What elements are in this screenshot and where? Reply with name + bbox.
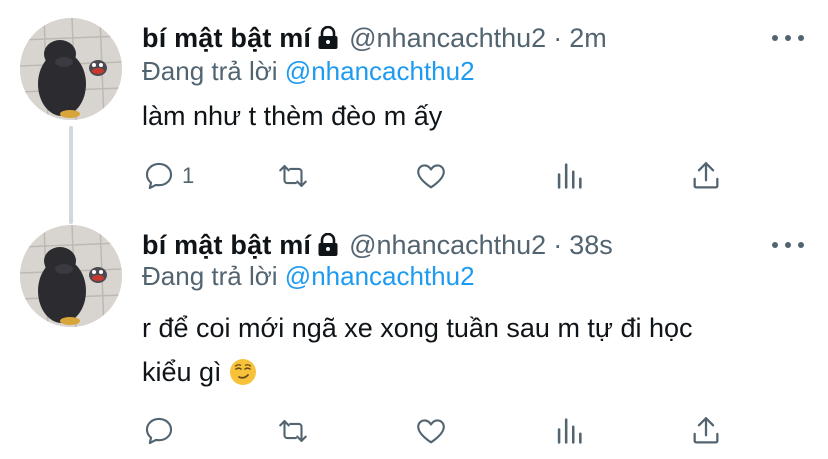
tweet-header: bí mật bật mí @nhancachthu2 · 38s bbox=[142, 225, 613, 265]
tweet[interactable]: bí mật bật mí @nhancachthu2 · 38s Đang t… bbox=[0, 225, 828, 459]
display-name[interactable]: bí mật bật mí bbox=[142, 230, 311, 261]
handle[interactable]: @nhancachthu2 bbox=[349, 23, 546, 54]
tweet-text-line: làm như t thèm đèo m ấy bbox=[142, 101, 443, 131]
reply-button[interactable]: 1 bbox=[142, 156, 194, 196]
separator-dot: · bbox=[553, 22, 563, 53]
share-icon bbox=[693, 162, 719, 189]
timeline: bí mật bật mí @nhancachthu2 · 2m Đang tr… bbox=[0, 0, 828, 459]
views-button[interactable] bbox=[552, 411, 586, 451]
reply-button[interactable] bbox=[142, 411, 182, 451]
smirking-face-emoji bbox=[229, 358, 257, 386]
avatar[interactable] bbox=[20, 225, 122, 327]
separator-dot: · bbox=[553, 229, 563, 260]
views-button[interactable] bbox=[552, 156, 586, 196]
retweet-button[interactable] bbox=[276, 411, 310, 451]
like-button[interactable] bbox=[414, 156, 448, 196]
tweet-text-line: kiểu gì bbox=[142, 357, 222, 387]
replying-to-handle[interactable]: @nhancachthu2 bbox=[285, 56, 475, 86]
share-button[interactable] bbox=[689, 156, 723, 196]
action-bar: 1 bbox=[0, 156, 828, 196]
share-button[interactable] bbox=[689, 411, 723, 451]
avatar[interactable] bbox=[20, 18, 122, 120]
tweet-header: bí mật bật mí @nhancachthu2 · 2m bbox=[142, 18, 607, 58]
like-button[interactable] bbox=[414, 411, 448, 451]
handle[interactable]: @nhancachthu2 bbox=[349, 230, 546, 261]
retweet-icon bbox=[279, 420, 307, 442]
replying-to: Đang trả lời @nhancachthu2 bbox=[142, 261, 475, 292]
tweet[interactable]: bí mật bật mí @nhancachthu2 · 2m Đang tr… bbox=[0, 0, 828, 225]
like-icon bbox=[417, 419, 445, 444]
action-bar bbox=[0, 411, 828, 451]
reply-icon bbox=[145, 417, 173, 445]
timestamp[interactable]: 38s bbox=[569, 230, 613, 261]
like-icon bbox=[417, 164, 445, 189]
tweet-text-line: r để coi mới ngã xe xong tuần sau m tự đ… bbox=[142, 313, 693, 343]
tweet-text: r để coi mới ngã xe xong tuần sau m tự đ… bbox=[142, 306, 782, 394]
retweet-icon bbox=[279, 165, 307, 187]
tweet-text: làm như t thèm đèo m ấy bbox=[142, 94, 782, 138]
reply-count: 1 bbox=[182, 163, 195, 188]
display-name[interactable]: bí mật bật mí bbox=[142, 23, 311, 54]
share-icon bbox=[693, 417, 719, 444]
more-icon[interactable] bbox=[768, 233, 808, 257]
lock-icon bbox=[317, 26, 339, 50]
replying-to-handle[interactable]: @nhancachthu2 bbox=[285, 261, 475, 291]
tweet-text-line-with-emoji: kiểu gì bbox=[142, 350, 782, 394]
more-icon[interactable] bbox=[768, 26, 808, 50]
views-icon bbox=[557, 163, 582, 189]
replying-to: Đang trả lời @nhancachthu2 bbox=[142, 56, 475, 87]
reply-icon bbox=[145, 162, 173, 190]
views-icon bbox=[557, 418, 582, 444]
retweet-button[interactable] bbox=[276, 156, 310, 196]
timestamp[interactable]: 2m bbox=[569, 23, 607, 54]
lock-icon bbox=[317, 233, 339, 257]
replying-to-label: Đang trả lời bbox=[142, 56, 278, 86]
replying-to-label: Đang trả lời bbox=[142, 261, 278, 291]
